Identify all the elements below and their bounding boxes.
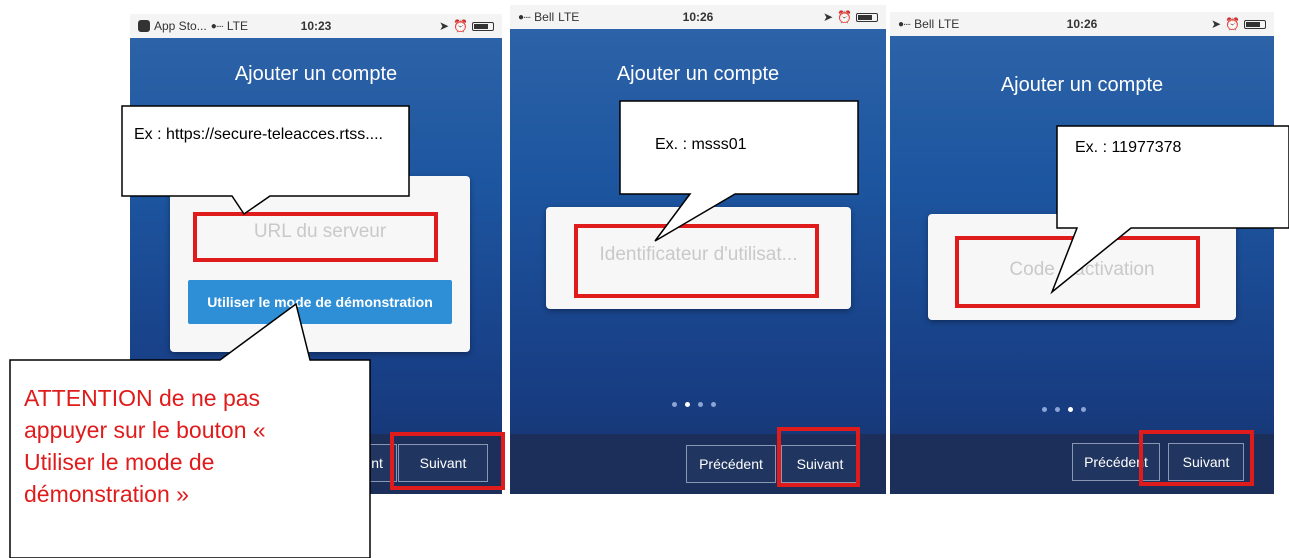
callout-bubble-url	[121, 105, 410, 216]
warning-callout-text: ATTENTION de ne pas appuyer sur le bouto…	[24, 385, 266, 507]
callout-url-example: Ex : https://secure-teleacces.rtss....	[134, 126, 383, 143]
callout-bubble-user-id	[619, 100, 859, 242]
callout-activation-code-example: Ex. : 11977378	[1075, 139, 1182, 156]
callout-user-id-example: Ex. : msss01	[655, 136, 747, 153]
